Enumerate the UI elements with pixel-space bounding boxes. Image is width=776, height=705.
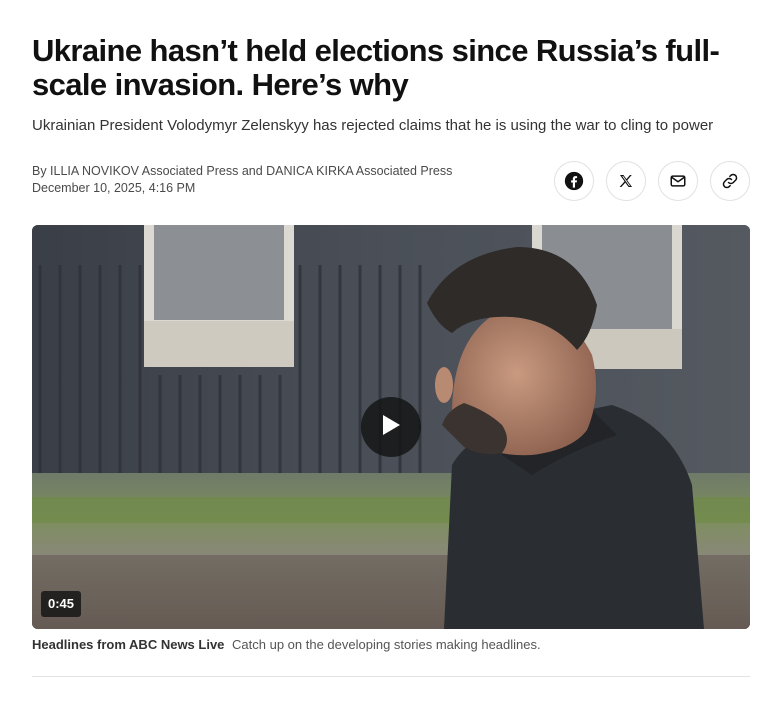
video-duration-badge: 0:45 bbox=[41, 591, 82, 617]
video-player[interactable]: 0:45 bbox=[32, 225, 750, 629]
share-x-button[interactable] bbox=[606, 161, 646, 201]
play-icon bbox=[380, 413, 402, 442]
mail-icon bbox=[669, 172, 687, 190]
article-headline: Ukraine hasn’t held elections since Russ… bbox=[32, 33, 720, 102]
share-facebook-button[interactable] bbox=[554, 161, 594, 201]
copy-link-button[interactable] bbox=[710, 161, 750, 201]
video-caption-text: Catch up on the developing stories makin… bbox=[232, 637, 541, 652]
article-subheadline: Ukrainian President Volodymyr Zelenskyy … bbox=[32, 117, 714, 134]
byline-block: By ILLIA NOVIKOV Associated Press and DA… bbox=[32, 163, 532, 197]
publish-date: December 10, 2025, 4:16 PM bbox=[32, 181, 196, 195]
byline-authors: By ILLIA NOVIKOV Associated Press and DA… bbox=[32, 164, 453, 178]
x-icon bbox=[618, 173, 634, 189]
play-button[interactable] bbox=[361, 397, 421, 457]
share-email-button[interactable] bbox=[658, 161, 698, 201]
video-caption-title[interactable]: Headlines from ABC News Live bbox=[32, 637, 224, 652]
section-divider bbox=[32, 676, 750, 677]
video-caption: Headlines from ABC News Live Catch up on… bbox=[32, 636, 752, 654]
facebook-icon bbox=[564, 171, 584, 191]
link-icon bbox=[721, 172, 739, 190]
share-bar bbox=[554, 161, 750, 201]
